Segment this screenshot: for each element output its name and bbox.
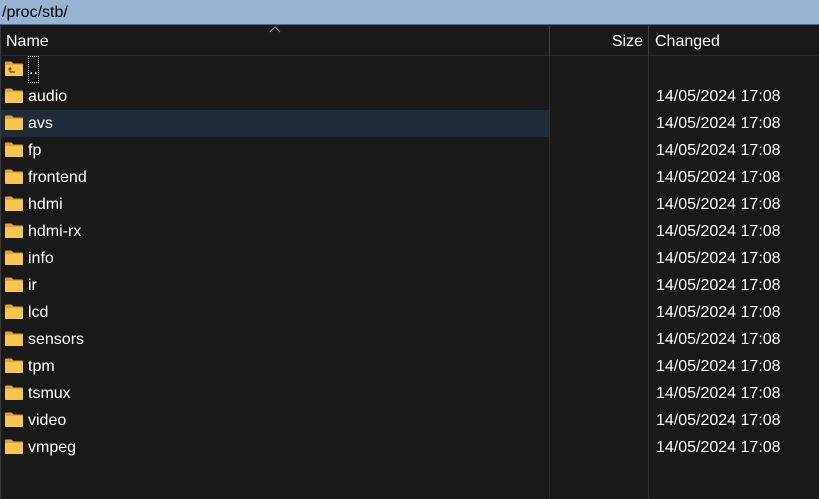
file-row[interactable]: fp 14/05/2024 17:08 [1, 137, 819, 164]
file-changed-date: 14/05/2024 17:08 [656, 223, 781, 240]
file-changed-date: 14/05/2024 17:08 [656, 142, 781, 159]
file-size [550, 272, 644, 299]
folder-icon [5, 142, 23, 157]
file-size [550, 380, 644, 407]
folder-icon [5, 412, 23, 427]
file-size [550, 245, 644, 272]
file-row[interactable]: ir 14/05/2024 17:08 [1, 272, 819, 299]
file-size [550, 56, 644, 83]
file-row[interactable]: hdmi-rx 14/05/2024 17:08 [1, 218, 819, 245]
file-name: frontend [28, 169, 87, 186]
file-name: hdmi-rx [28, 223, 82, 240]
folder-icon [5, 304, 23, 319]
column-header-changed-label: Changed [655, 33, 720, 50]
file-row[interactable]: frontend 14/05/2024 17:08 [1, 164, 819, 191]
file-size [550, 434, 644, 461]
folder-icon [5, 250, 23, 265]
sort-ascending-icon [269, 26, 281, 33]
file-name: audio [28, 88, 68, 105]
file-row[interactable]: lcd 14/05/2024 17:08 [1, 299, 819, 326]
file-name: tpm [28, 358, 55, 375]
file-list-panel[interactable]: Name Size Changed .. audio 14/05/2024 17:0… [0, 26, 819, 499]
path-bar[interactable]: /proc/stb/ [0, 0, 819, 25]
file-row[interactable]: video 14/05/2024 17:08 [1, 407, 819, 434]
file-name: tsmux [28, 385, 71, 402]
file-size [550, 407, 644, 434]
file-size [550, 218, 644, 245]
file-row[interactable]: avs 14/05/2024 17:08 [1, 110, 819, 137]
file-row[interactable]: tsmux 14/05/2024 17:08 [1, 380, 819, 407]
parent-directory-row[interactable]: .. [1, 56, 819, 83]
folder-icon [5, 196, 23, 211]
file-changed-date: 14/05/2024 17:08 [656, 277, 781, 294]
file-changed-date: 14/05/2024 17:08 [656, 88, 781, 105]
folder-icon [5, 223, 23, 238]
file-name: vmpeg [28, 439, 77, 456]
column-header-row: Name Size Changed [1, 26, 819, 56]
file-name: avs [28, 115, 53, 132]
folder-icon [5, 439, 23, 454]
file-name: hdmi [28, 196, 63, 213]
file-row[interactable]: hdmi 14/05/2024 17:08 [1, 191, 819, 218]
folder-icon [5, 331, 23, 346]
column-header-name[interactable]: Name [1, 26, 550, 56]
file-name: lcd [28, 304, 49, 321]
file-changed-date: 14/05/2024 17:08 [656, 250, 781, 267]
file-size [550, 110, 644, 137]
file-size [550, 191, 644, 218]
file-size [550, 353, 644, 380]
file-size [550, 164, 644, 191]
column-header-size-label: Size [611, 33, 643, 50]
file-changed-date: 14/05/2024 17:08 [656, 196, 781, 213]
file-row[interactable]: vmpeg 14/05/2024 17:08 [1, 434, 819, 461]
file-name: sensors [28, 331, 85, 348]
file-changed-date: 14/05/2024 17:08 [656, 115, 781, 132]
folder-icon [5, 358, 23, 373]
folder-icon [5, 115, 23, 130]
folder-icon [5, 169, 23, 184]
column-header-size[interactable]: Size [550, 26, 649, 56]
file-changed-date: 14/05/2024 17:08 [656, 439, 781, 456]
file-name: fp [28, 142, 42, 159]
path-text: /proc/stb/ [2, 4, 68, 21]
file-row[interactable]: sensors 14/05/2024 17:08 [1, 326, 819, 353]
file-changed-date: 14/05/2024 17:08 [656, 304, 781, 321]
file-name: info [28, 250, 54, 267]
folder-icon [5, 277, 23, 292]
file-name: ir [28, 277, 37, 294]
file-size [550, 83, 644, 110]
file-size [550, 299, 644, 326]
selection-highlight [1, 110, 549, 137]
file-row[interactable]: info 14/05/2024 17:08 [1, 245, 819, 272]
file-size [550, 326, 644, 353]
file-name: .. [28, 56, 39, 83]
file-changed-date: 14/05/2024 17:08 [656, 331, 781, 348]
folder-icon [5, 385, 23, 400]
folder-icon [5, 88, 23, 103]
file-name: video [28, 412, 67, 429]
file-changed-date: 14/05/2024 17:08 [656, 169, 781, 186]
column-header-name-label: Name [6, 33, 49, 50]
file-changed-date: 14/05/2024 17:08 [656, 412, 781, 429]
file-changed-date: 14/05/2024 17:08 [656, 385, 781, 402]
parent-folder-icon [5, 61, 23, 76]
file-changed-date: 14/05/2024 17:08 [656, 358, 781, 375]
file-row[interactable]: audio 14/05/2024 17:08 [1, 83, 819, 110]
file-size [550, 137, 644, 164]
column-header-changed[interactable]: Changed [649, 26, 819, 56]
file-row[interactable]: tpm 14/05/2024 17:08 [1, 353, 819, 380]
